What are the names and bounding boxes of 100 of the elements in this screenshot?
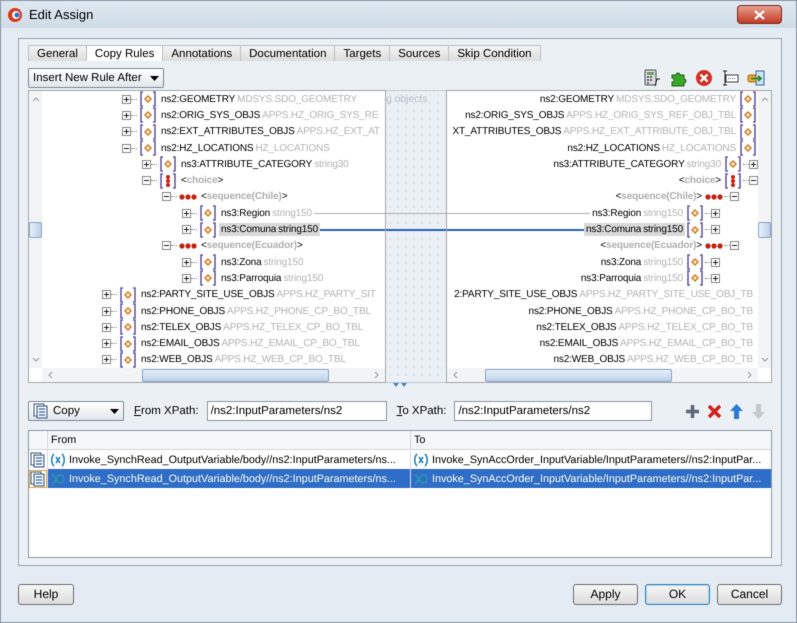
scroll-left-icon[interactable] [450,371,459,379]
element-name: ns3:Parroquia [220,272,282,285]
table-cell[interactable]: Invoke_SynAccOrder_InputVariable/InputParameters//ns2:InputPar... [410,469,771,488]
element-name: ns2:WEB_OBJS [140,353,214,366]
tab[interactable]: Sources [389,45,450,61]
collapse-icon[interactable] [162,192,171,202]
collapse-icon[interactable] [162,241,171,250]
expand-icon[interactable] [122,110,131,120]
element-name: ns3:Zona [220,256,263,269]
variable-icon [413,452,429,466]
dialog-button[interactable]: Cancel [717,584,782,604]
expand-icon[interactable] [102,339,111,348]
scroll-up-icon[interactable] [760,95,768,103]
scroll-right-icon[interactable] [746,371,754,379]
copy-rule-icon[interactable] [30,452,46,468]
dialog-button[interactable]: Apply [573,584,638,604]
operation-dropdown[interactable]: Copy [28,401,124,421]
target-tree[interactable] [446,90,772,383]
tab[interactable]: Annotations [162,45,242,61]
expand-icon[interactable] [102,290,111,300]
from-xpath-field[interactable]: /ns2:InputParameters/ns2 [206,401,387,421]
type-name: APPS.HZ_WEB_CP_BO_TBL [214,353,347,366]
type-name: APPS.HZ_WEB_CP_BO_TB [627,353,754,366]
expand-icon[interactable] [102,322,111,332]
collapse-icon[interactable] [749,176,758,186]
type-name: APPS.HZ_PHONE_CP_BO_TB [614,304,754,318]
compositor-name: <sequence(Ecuador)> [599,239,703,252]
tab[interactable]: Copy Rules [86,45,164,61]
help-button[interactable]: Help [18,584,74,604]
element-icon [686,254,704,270]
type-name: APPS.HZ_ORIG_SYS_RE [262,108,380,122]
tab[interactable]: Documentation [240,45,336,61]
element-icon [119,319,137,336]
expand-icon[interactable] [711,208,720,218]
import-icon[interactable] [747,69,765,87]
close-button[interactable] [737,5,782,24]
selected-node[interactable]: ns3:Comuna string150 [219,223,320,236]
expand-icon[interactable] [182,274,191,283]
horizontal-scrollbar[interactable] [42,368,386,382]
copy-rule-icon[interactable] [30,470,46,486]
collapse-icon[interactable] [730,192,739,202]
to-xpath-field[interactable]: /ns2:InputParameters/ns2 [454,401,652,421]
delete-icon[interactable] [706,402,724,420]
collapse-icon[interactable] [122,144,131,153]
expand-icon[interactable] [182,258,191,267]
caret-icon [150,76,159,80]
collapse-icon[interactable] [142,176,151,186]
rule-mode-dropdown[interactable]: Insert New Rule After [28,68,164,88]
vertical-scrollbar[interactable] [29,91,42,368]
variable-icon [50,452,66,466]
tab[interactable]: Skip Condition [448,45,541,61]
scroll-right-icon[interactable] [373,371,382,379]
element-icon [724,156,742,172]
dialog-button[interactable]: OK [645,584,710,604]
expand-icon[interactable] [102,355,111,364]
column-header[interactable]: From [47,431,410,449]
element-name: ns3:ATTRIBUTE_CATEGORY [552,158,686,171]
field-label: From XPath: [134,405,199,417]
element-icon [139,140,157,156]
splitter-arrow-icon[interactable] [393,383,407,388]
scroll-thumb[interactable] [758,222,771,238]
expand-icon[interactable] [182,208,191,218]
expand-icon[interactable] [122,94,131,104]
expand-icon[interactable] [711,258,720,267]
expand-icon[interactable] [182,225,191,234]
element-icon [739,91,757,108]
scroll-thumb[interactable] [484,368,672,382]
column-header[interactable]: To [410,431,771,449]
scroll-up-icon[interactable] [32,95,40,103]
delete-icon[interactable] [695,69,713,87]
collapse-icon[interactable] [730,241,739,250]
tab[interactable]: Targets [334,45,390,61]
expand-icon[interactable] [711,274,720,283]
expand-icon[interactable] [142,160,151,169]
expand-icon[interactable] [711,225,720,234]
source-tree[interactable] [28,90,386,383]
calculator-icon[interactable] [643,69,661,87]
expand-icon[interactable] [749,160,758,169]
scroll-left-icon[interactable] [46,371,54,379]
table-cell[interactable]: Invoke_SynchRead_OutputVariable/body//ns2:InputParameters/ns... [47,469,410,488]
move-up-icon[interactable] [728,402,746,420]
add-icon[interactable] [684,402,702,420]
vertical-scrollbar[interactable] [758,91,771,368]
compositor-name: <choice> [180,174,224,188]
expand-icon[interactable] [102,306,111,316]
selected-node[interactable]: ns3:Comuna string150 [584,223,685,236]
app-icon [7,6,23,22]
scroll-down-icon[interactable] [760,356,768,364]
text-field-icon[interactable] [721,69,739,87]
expand-icon[interactable] [122,127,131,136]
tab[interactable]: General [28,45,87,61]
element-name: ns3:Zona [600,256,642,269]
type-name: APPS.HZ_ORIG_SYS_REF_OBJ_TBL [566,108,737,122]
element-icon [139,124,157,140]
scroll-down-icon[interactable] [32,356,40,364]
compositor-name: ns2:EMAIL_OBJS [538,337,620,350]
element-name: ns2:GEOMETRY [160,92,236,106]
horizontal-scrollbar[interactable] [446,368,758,382]
scroll-thumb[interactable] [29,222,42,238]
scroll-thumb[interactable] [142,368,329,382]
